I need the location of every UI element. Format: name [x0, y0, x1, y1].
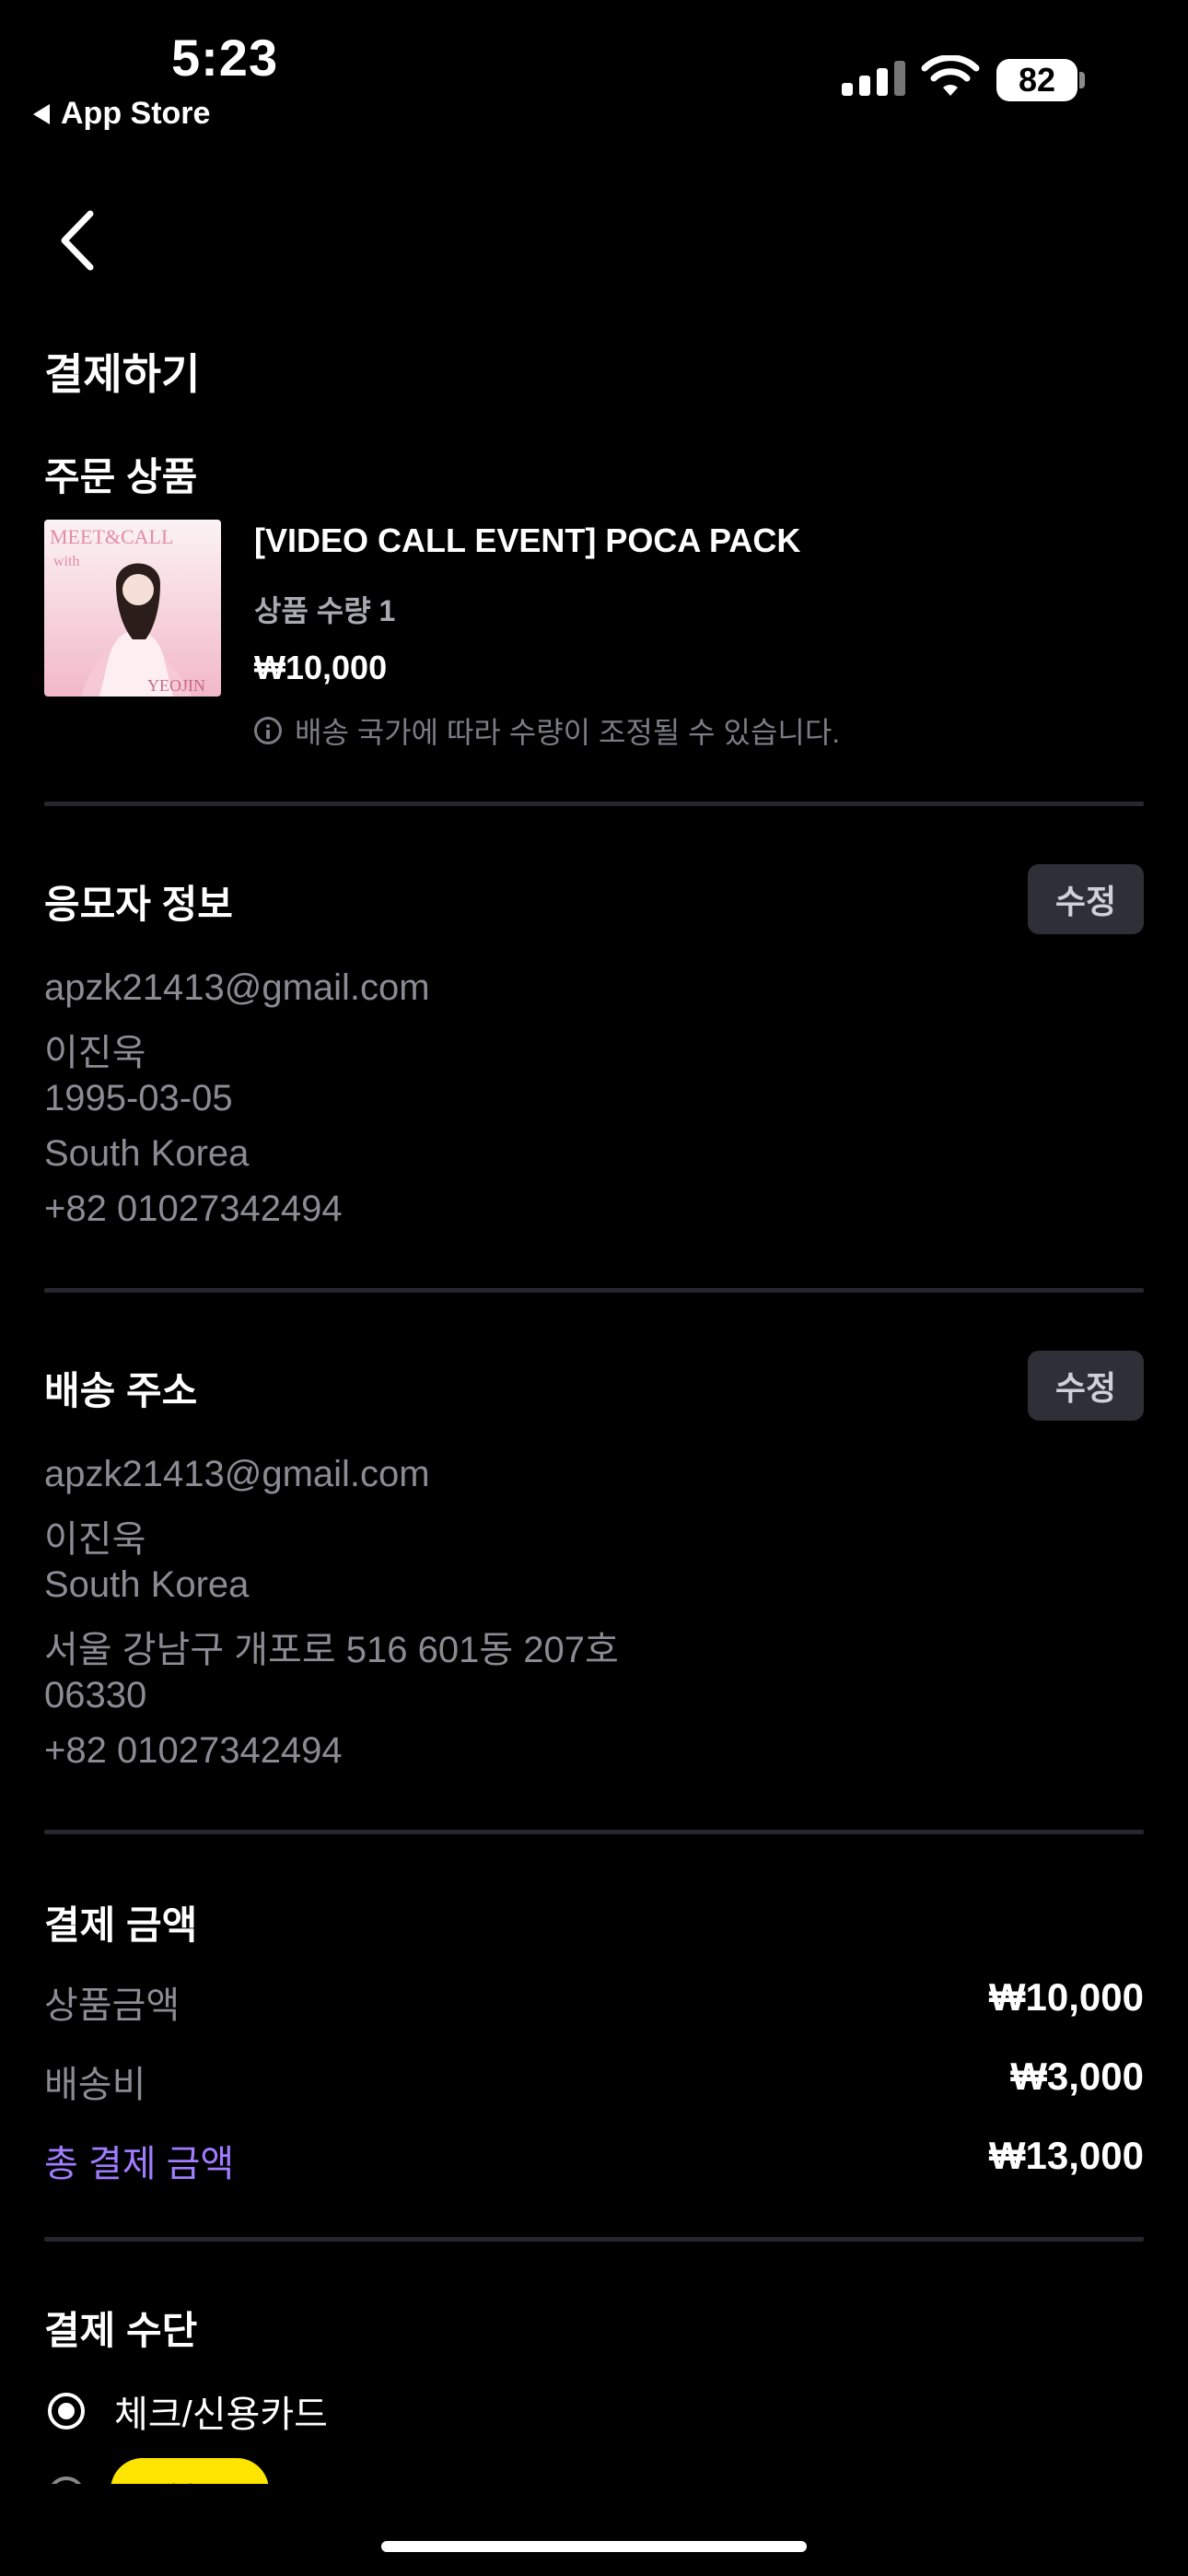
product-quantity: 상품 수량 1: [254, 594, 396, 627]
thumb-text-name: YEOJIN: [147, 676, 205, 695]
divider: [44, 1288, 1144, 1293]
payment-option-card-label: 체크/신용카드: [114, 2395, 328, 2435]
shipping-phone: +82 01027342494: [44, 1730, 343, 1771]
payment-amount-section-title: 결제 금액: [44, 1903, 198, 1947]
payment-method-section-title: 결제 수단: [44, 2309, 198, 2352]
edit-applicant-button[interactable]: 수정: [1028, 864, 1144, 934]
cellular-signal-icon: [842, 61, 905, 96]
applicant-phone: +82 01027342494: [44, 1188, 343, 1229]
applicant-name: 이진욱: [44, 1033, 146, 1073]
applicant-birthdate: 1995-03-05: [44, 1078, 233, 1118]
thumb-text-top: MEET&CALL: [50, 525, 173, 548]
payment-option-card[interactable]: 체크/신용카드: [48, 2384, 328, 2438]
total-label: 총 결제 금액: [44, 2144, 235, 2184]
battery-icon: 82: [996, 59, 1077, 101]
applicant-section-title: 응모자 정보: [44, 883, 233, 926]
shipping-name: 이진욱: [44, 1519, 146, 1560]
shipping-note: 배송 국가에 따라 수량이 조정될 수 있습니다.: [254, 709, 840, 752]
shipping-note-text: 배송 국가에 따라 수량이 조정될 수 있습니다.: [295, 716, 841, 749]
page-title: 결제하기: [44, 350, 201, 398]
applicant-email: apzk21413@gmail.com: [44, 967, 430, 1008]
kakaopay-logo: pay: [111, 2458, 269, 2484]
wifi-icon: [921, 55, 980, 96]
divider: [44, 2237, 1144, 2242]
order-section-title: 주문 상품: [44, 455, 198, 498]
status-time: 5:23: [171, 29, 279, 87]
divider: [44, 1830, 1144, 1834]
back-app-label: App Store: [61, 96, 211, 131]
shipping-section-title: 배송 주소: [44, 1369, 198, 1412]
subtotal-label: 상품금액: [44, 1985, 181, 2026]
chevron-left-icon[interactable]: [59, 210, 96, 271]
product-price: ₩10,000: [254, 649, 388, 686]
back-to-app-link[interactable]: App Store: [33, 96, 210, 132]
shipping-address: 서울 강남구 개포로 516 601동 207호: [44, 1630, 619, 1670]
edit-shipping-button[interactable]: 수정: [1028, 1351, 1144, 1421]
battery-level: 82: [1018, 61, 1056, 99]
product-thumbnail[interactable]: MEET&CALL with YEOJIN: [44, 520, 221, 697]
thumb-text-with: with: [53, 554, 79, 569]
shipping-fee-value: ₩3,000: [1010, 2055, 1144, 2098]
applicant-country: South Korea: [44, 1133, 250, 1174]
home-indicator[interactable]: [381, 2541, 807, 2552]
shipping-fee-label: 배송비: [44, 2065, 146, 2105]
radio-selected-icon[interactable]: [48, 2393, 85, 2430]
payment-option-kakaopay[interactable]: pay: [48, 2458, 324, 2484]
back-triangle-icon: [33, 103, 50, 124]
kakaopay-label: pay: [161, 2471, 218, 2484]
shipping-email: apzk21413@gmail.com: [44, 1454, 430, 1494]
shipping-country: South Korea: [44, 1564, 250, 1605]
subtotal-value: ₩10,000: [988, 1975, 1144, 2019]
shipping-postal-code: 06330: [44, 1675, 147, 1715]
info-icon: [254, 717, 282, 744]
total-value: ₩13,000: [988, 2134, 1144, 2177]
divider: [44, 802, 1144, 806]
product-name: [VIDEO CALL EVENT] POCA PACK: [254, 521, 801, 559]
battery-cap: [1079, 72, 1085, 88]
radio-unselected-icon[interactable]: [48, 2476, 85, 2484]
